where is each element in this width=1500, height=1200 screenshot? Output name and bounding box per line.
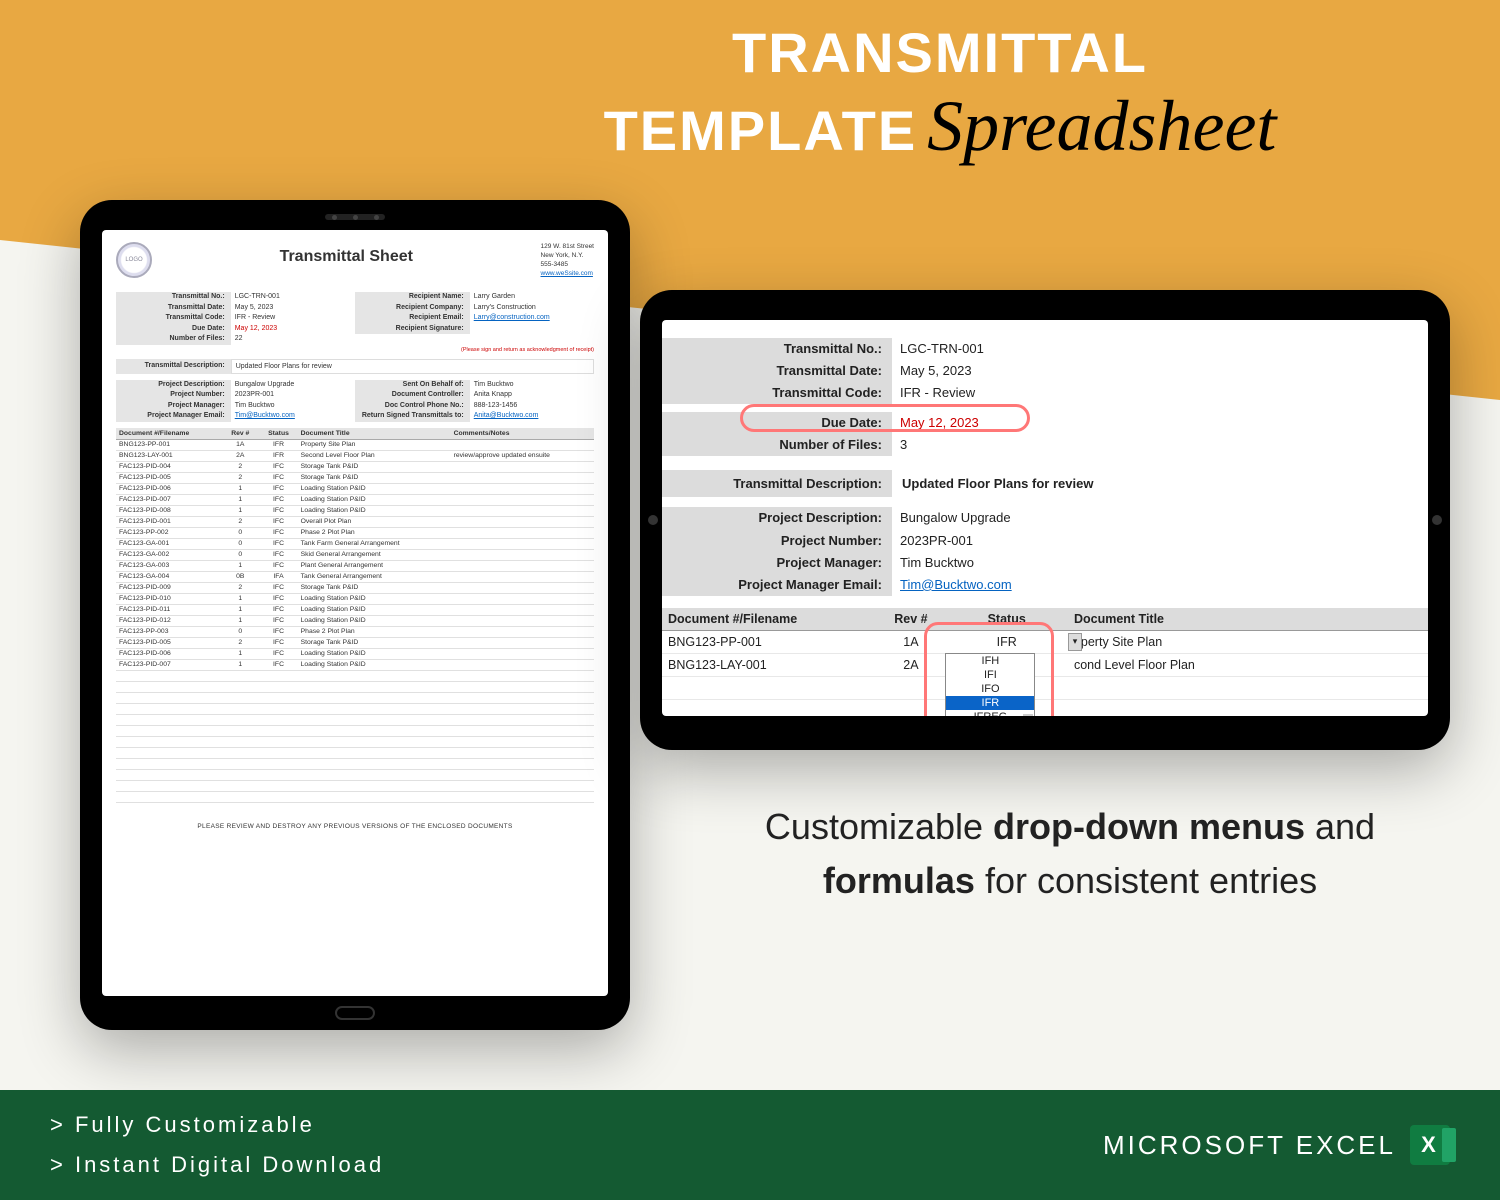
table-row	[116, 703, 594, 714]
table-row: FAC123-GA-0020IFCSkid General Arrangemen…	[116, 549, 594, 560]
dropdown-option[interactable]: IFH	[946, 654, 1034, 668]
logo-placeholder: LOGO	[116, 242, 152, 278]
table-row	[116, 769, 594, 780]
table-row	[116, 725, 594, 736]
table-row	[116, 736, 594, 747]
chevron-down-icon[interactable]: ▾	[1068, 633, 1082, 651]
dropdown-option[interactable]: IFO	[946, 682, 1034, 696]
email-link[interactable]: Tim@Bucktwo.com	[231, 411, 355, 422]
sheet-footer: PLEASE REVIEW AND DESTROY ANY PREVIOUS V…	[116, 823, 594, 830]
table-row: FAC123-PID-0061IFCLoading Station P&ID	[116, 648, 594, 659]
highlight-due-date	[740, 404, 1030, 432]
table-row: FAC123-PID-0101IFCLoading Station P&ID	[116, 593, 594, 604]
table-row: FAC123-PP-0030IFCPhase 2 Plot Plan	[116, 626, 594, 637]
document-table: Document #/FilenameRev #StatusDocument T…	[116, 428, 594, 803]
signature-note: (Please sign and return as acknowledgmen…	[116, 347, 594, 353]
website-link[interactable]: www.weSsite.com	[541, 269, 594, 278]
table-row	[116, 670, 594, 681]
tablet-right: Transmittal No.:LGC-TRN-001Transmittal D…	[640, 290, 1450, 750]
dropdown-option[interactable]: IFREG	[946, 710, 1034, 716]
table-row: FAC123-PID-0042IFCStorage Tank P&ID	[116, 461, 594, 472]
table-row: FAC123-GA-0010IFCTank Farm General Arran…	[116, 538, 594, 549]
excel-icon: X	[1410, 1125, 1450, 1165]
table-row: FAC123-GA-0031IFCPlant General Arrangeme…	[116, 560, 594, 571]
callout-text: Customizable drop-down menus and formula…	[700, 800, 1440, 908]
table-row	[116, 714, 594, 725]
table-row	[116, 758, 594, 769]
table-row	[116, 780, 594, 791]
footer-features: > Fully Customizable > Instant Digital D…	[50, 1105, 384, 1184]
dropdown-option[interactable]: IFR	[946, 696, 1034, 710]
sheet-title: Transmittal Sheet	[162, 242, 531, 266]
email-link[interactable]: Tim@Bucktwo.com	[892, 574, 1428, 596]
company-address: 129 W. 81st Street New York, N.Y. 555-34…	[541, 242, 594, 278]
table-row: FAC123-PID-0071IFCLoading Station P&ID	[116, 494, 594, 505]
email-link[interactable]: Larry@construction.com	[470, 313, 594, 324]
transmittal-description: Transmittal Description: Updated Floor P…	[116, 359, 594, 374]
tablet-left: LOGO Transmittal Sheet 129 W. 81st Stree…	[80, 200, 630, 1030]
footer-bar: > Fully Customizable > Instant Digital D…	[0, 1090, 1500, 1200]
side-button-icon	[1432, 515, 1442, 525]
headline-script: Spreadsheet	[927, 85, 1276, 168]
home-button-icon	[335, 1006, 375, 1020]
table-row: FAC123-GA-0040BIFATank General Arrangeme…	[116, 571, 594, 582]
table-row: FAC123-PID-0121IFCLoading Station P&ID	[116, 615, 594, 626]
transmittal-description: Transmittal Description: Updated Floor P…	[662, 470, 1428, 497]
table-row: FAC123-PID-0012IFCOverall Plot Plan	[116, 516, 594, 527]
table-row: FAC123-PID-0111IFCLoading Station P&ID	[116, 604, 594, 615]
table-row: FAC123-PID-0071IFCLoading Station P&ID	[116, 659, 594, 670]
table-row	[116, 747, 594, 758]
headline-line2: TEMPLATE	[604, 98, 918, 163]
table-row: FAC123-PID-0061IFCLoading Station P&ID	[116, 483, 594, 494]
transmittal-sheet: LOGO Transmittal Sheet 129 W. 81st Stree…	[102, 230, 608, 842]
table-row: FAC123-PP-0020IFCPhase 2 Plot Plan	[116, 527, 594, 538]
table-row	[116, 681, 594, 692]
table-row	[116, 692, 594, 703]
side-button-icon	[648, 515, 658, 525]
dropdown-option[interactable]: IFI	[946, 668, 1034, 682]
table-row: FAC123-PID-0052IFCStorage Tank P&ID	[116, 637, 594, 648]
table-row: FAC123-PID-0092IFCStorage Tank P&ID	[116, 582, 594, 593]
table-row: FAC123-PID-0052IFCStorage Tank P&ID	[116, 472, 594, 483]
table-row	[116, 791, 594, 802]
table-row: FAC123-PID-0081IFCLoading Station P&ID	[116, 505, 594, 516]
table-row: BNG123-LAY-0012AIFRSecond Level Floor Pl…	[116, 450, 594, 461]
dropdown-menu[interactable]: IFHIFIIFOIFRIFREGIFUIFVREC	[945, 653, 1035, 716]
email-link[interactable]: Anita@Bucktwo.com	[470, 411, 594, 422]
scrollbar-thumb[interactable]	[1023, 714, 1033, 716]
table-row: BNG123-PP-0011AIFRProperty Site Plan	[116, 439, 594, 450]
headline: TRANSMITTAL TEMPLATESpreadsheet	[420, 20, 1460, 168]
tablet-camera	[325, 214, 385, 220]
footer-brand: MICROSOFT EXCEL X	[1103, 1125, 1450, 1165]
headline-line1: TRANSMITTAL	[420, 20, 1460, 85]
transmittal-detail: Transmittal No.:LGC-TRN-001Transmittal D…	[662, 320, 1428, 716]
